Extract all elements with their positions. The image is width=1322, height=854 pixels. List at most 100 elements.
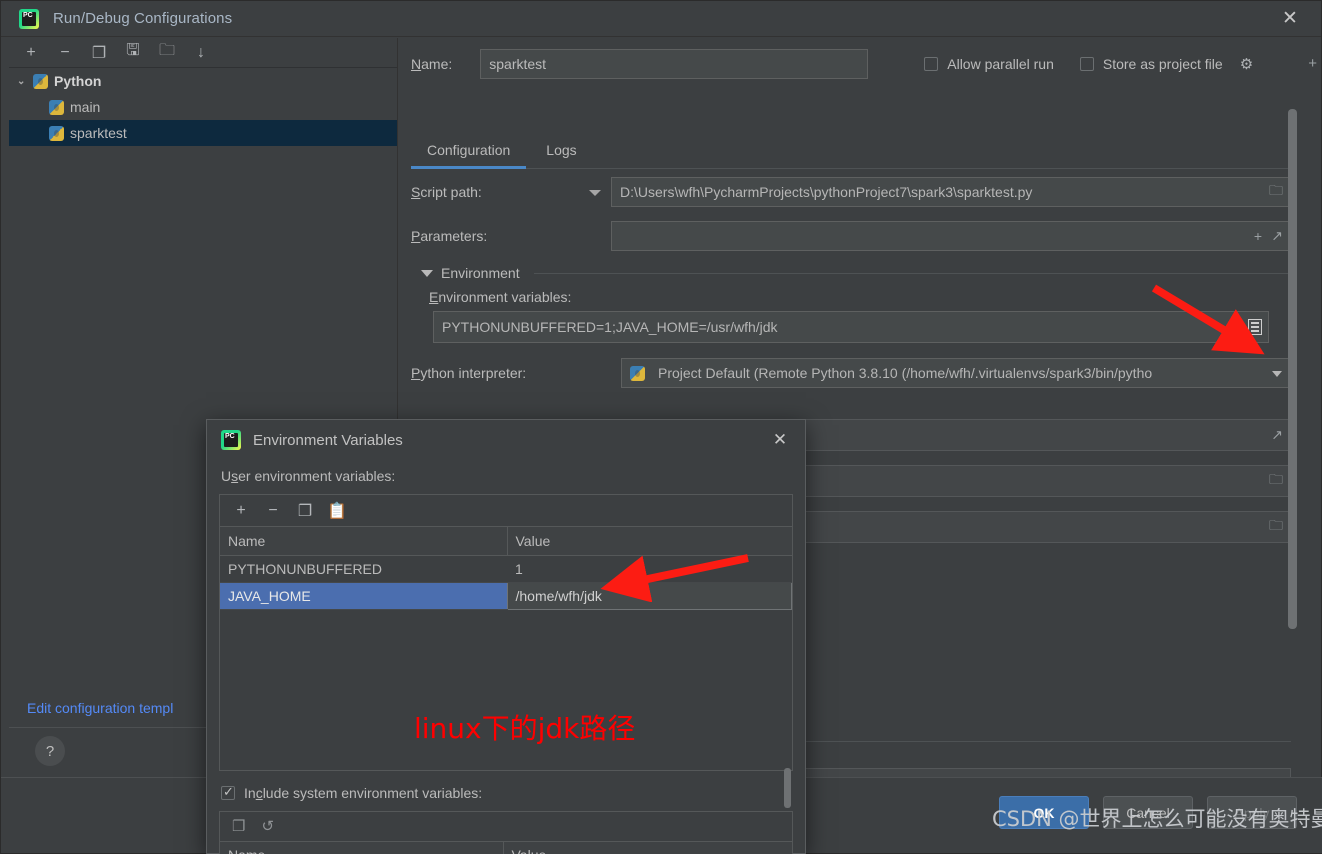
- pycharm-icon: PC: [221, 430, 241, 450]
- environment-variables-dialog: PC Environment Variables ✕ User environm…: [206, 419, 806, 854]
- parameters-row: Parameters: + ↗: [411, 221, 1291, 251]
- tree-item-label: Python: [54, 73, 102, 89]
- column-header-name[interactable]: Name: [220, 527, 508, 556]
- configurations-tree: ⌄ Python main sparktest: [9, 68, 397, 146]
- store-as-project-file-row[interactable]: Store as project file ⚙: [1079, 55, 1253, 73]
- column-header-name[interactable]: Name: [220, 841, 504, 854]
- reset-system-variables-button[interactable]: ↺: [261, 817, 274, 835]
- system-variables-scrollbar-thumb[interactable]: [784, 768, 791, 808]
- help-button[interactable]: ?: [35, 736, 65, 766]
- gear-icon[interactable]: ⚙: [1240, 55, 1253, 73]
- expand-icon[interactable]: ↗: [1271, 228, 1283, 245]
- column-header-value[interactable]: Value: [507, 527, 792, 556]
- csdn-watermark: CSDN @世界上怎么可能没有奥特曼: [992, 807, 1322, 831]
- close-icon[interactable]: ✕: [1277, 6, 1303, 32]
- env-dialog-titlebar: PC Environment Variables ✕: [207, 420, 805, 460]
- python-interpreter-value: Project Default (Remote Python 3.8.10 (/…: [658, 365, 1153, 381]
- save-configuration-button[interactable]: 🖫: [121, 42, 145, 64]
- python-interpreter-row: Python interpreter: Project Default (Rem…: [411, 357, 1291, 389]
- parameters-label: Parameters:: [411, 228, 488, 244]
- environment-variables-value: PYTHONUNBUFFERED=1;JAVA_HOME=/usr/wfh/jd…: [442, 319, 778, 335]
- table-row[interactable]: PYTHONUNBUFFERED 1: [220, 555, 792, 583]
- name-input[interactable]: [480, 49, 869, 79]
- configuration-header: Name: Allow parallel run Store as projec…: [411, 49, 1311, 79]
- allow-parallel-run-checkbox[interactable]: [924, 57, 939, 71]
- python-icon: [33, 73, 48, 89]
- table-header-row: Name Value: [220, 527, 792, 556]
- pycharm-icon: PC: [19, 8, 39, 29]
- python-icon: [630, 365, 645, 381]
- system-variables-toolbar: ❐ ↺: [220, 812, 792, 842]
- variable-value-cell[interactable]: /home/wfh/jdk: [506, 581, 792, 610]
- environment-section-header: Environment: [421, 265, 1291, 281]
- folder-icon[interactable]: 🗀: [1269, 515, 1283, 539]
- env-dialog-title: Environment Variables: [253, 431, 403, 449]
- table-header-row: Name Value: [220, 841, 792, 854]
- store-as-project-file-label: Store as project file: [1102, 56, 1223, 72]
- python-icon: [49, 99, 64, 115]
- variable-name-cell[interactable]: JAVA_HOME: [220, 582, 507, 610]
- allow-parallel-run-row[interactable]: Allow parallel run: [924, 56, 1054, 72]
- remove-configuration-button[interactable]: −: [53, 42, 77, 64]
- python-icon: [49, 125, 64, 141]
- remove-variable-button[interactable]: −: [264, 502, 282, 520]
- system-variables-panel: ❐ ↺ Name Value =:: ::\ ALLUSERSPROFI: [219, 810, 793, 854]
- tab-logs[interactable]: Logs: [530, 136, 592, 168]
- pycharm-icon-label: PC: [225, 433, 235, 440]
- insert-macro-icon[interactable]: +: [1254, 228, 1262, 244]
- close-icon[interactable]: ✕: [769, 429, 791, 451]
- table-row[interactable]: JAVA_HOME /home/wfh/jdk: [220, 581, 792, 610]
- env-browse-icon[interactable]: [1248, 319, 1262, 335]
- variable-name-cell[interactable]: PYTHONUNBUFFERED: [220, 555, 507, 583]
- chevron-down-icon[interactable]: [1272, 371, 1282, 377]
- script-path-label: Script path:: [411, 184, 611, 200]
- script-path-value: D:\Users\wfh\PycharmProjects\pythonProje…: [620, 184, 1033, 200]
- script-path-field[interactable]: D:\Users\wfh\PycharmProjects\pythonProje…: [611, 177, 1291, 207]
- pycharm-icon-label: PC: [23, 11, 33, 19]
- tree-item-python[interactable]: ⌄ Python: [9, 68, 397, 94]
- environment-section-title: Environment: [441, 265, 520, 281]
- environment-variables-field[interactable]: PYTHONUNBUFFERED=1;JAVA_HOME=/usr/wfh/jd…: [433, 311, 1269, 343]
- environment-variables-label: Environment variables:: [429, 289, 572, 305]
- parameters-field[interactable]: + ↗: [611, 221, 1291, 251]
- folder-icon[interactable]: 🗀: [1269, 469, 1283, 493]
- user-variables-toolbar: + − ❐ 📋: [220, 495, 792, 527]
- configurations-toolbar: + − ❐ 🖫 🗀 ↓: [9, 38, 397, 68]
- column-header-value[interactable]: Value: [503, 841, 792, 854]
- expand-icon[interactable]: ↗: [1271, 427, 1283, 444]
- include-system-variables-row[interactable]: Include system environment variables:: [221, 784, 805, 801]
- chevron-down-icon[interactable]: [589, 190, 601, 196]
- copy-configuration-button[interactable]: ❐: [87, 42, 111, 64]
- scrollbar-thumb[interactable]: [1288, 109, 1297, 629]
- chevron-down-icon[interactable]: [421, 269, 433, 277]
- tree-item-main[interactable]: main: [9, 94, 397, 120]
- copy-system-variable-button[interactable]: ❐: [232, 817, 245, 835]
- folder-icon[interactable]: 🗀: [1269, 180, 1283, 204]
- configuration-form: Script path: D:\Users\wfh\PycharmProject…: [411, 177, 1291, 389]
- include-system-variables-checkbox[interactable]: [221, 784, 235, 800]
- add-configuration-button[interactable]: +: [19, 42, 43, 64]
- sort-configurations-button[interactable]: ↓: [189, 42, 213, 64]
- chevron-down-icon[interactable]: ⌄: [17, 76, 33, 87]
- python-interpreter-label: Python interpreter:: [411, 365, 527, 381]
- tab-configuration[interactable]: Configuration: [411, 136, 527, 169]
- name-row: Name: Allow parallel run Store as projec…: [411, 49, 1311, 79]
- paste-variable-button[interactable]: 📋: [327, 501, 347, 521]
- name-label: Name:: [411, 56, 453, 72]
- configuration-scrollbar[interactable]: [1288, 99, 1297, 769]
- window-titlebar: PC Run/Debug Configurations ✕: [1, 1, 1321, 37]
- tree-item-sparktest[interactable]: sparktest: [9, 120, 397, 146]
- add-variable-button[interactable]: +: [232, 502, 250, 520]
- script-path-row: Script path: D:\Users\wfh\PycharmProject…: [411, 177, 1291, 207]
- copy-variable-button[interactable]: ❐: [296, 501, 314, 521]
- variable-value-cell[interactable]: 1: [507, 555, 792, 583]
- add-field-button[interactable]: +: [1308, 55, 1317, 72]
- new-folder-button[interactable]: 🗀: [155, 42, 179, 64]
- python-interpreter-select[interactable]: Project Default (Remote Python 3.8.10 (/…: [621, 358, 1291, 388]
- system-variables-table: Name Value =:: ::\ ALLUSERSPROFILE C:\Pr…: [220, 841, 792, 854]
- edit-configuration-templates-link[interactable]: Edit configuration templ: [27, 700, 173, 716]
- allow-parallel-run-label: Allow parallel run: [947, 56, 1054, 72]
- store-as-project-file-checkbox[interactable]: [1079, 57, 1094, 71]
- user-environment-variables-label: User environment variables:: [221, 468, 396, 484]
- tree-item-label: sparktest: [70, 125, 127, 141]
